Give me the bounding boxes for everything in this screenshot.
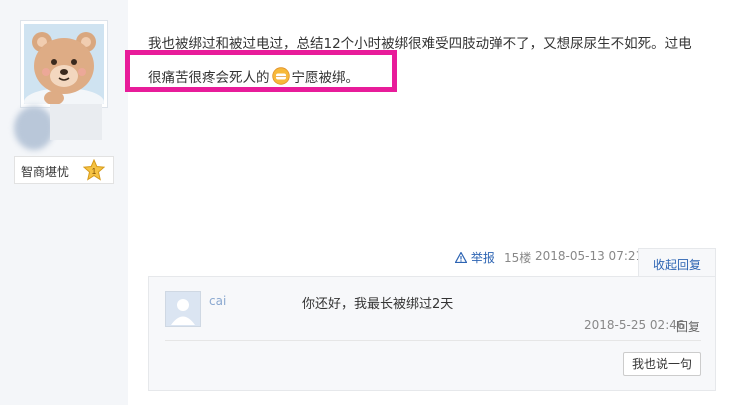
reply-text: 你还好，我最长被绑过2天 — [302, 297, 454, 312]
author-name-box[interactable]: 智商堪忧 1 — [14, 156, 114, 184]
divider — [165, 340, 701, 341]
default-user-icon — [166, 292, 200, 326]
reply-user-avatar[interactable] — [165, 291, 201, 327]
highlight-box — [125, 50, 397, 92]
fold-replies-tab[interactable]: 收起回复 — [638, 248, 716, 276]
level-number: 1 — [92, 167, 97, 176]
author-avatar-frame[interactable] — [20, 20, 108, 108]
post-datetime: 2018-05-13 07:21 — [535, 249, 644, 263]
floor-number: 15楼 — [504, 251, 532, 265]
warning-icon — [454, 251, 468, 264]
fold-replies-label[interactable]: 收起回复 — [653, 256, 701, 273]
blurred-badge-backdrop — [50, 104, 102, 140]
author-name[interactable]: 智商堪忧 — [21, 163, 69, 180]
blurred-badge — [14, 106, 54, 150]
say-something-button[interactable]: 我也说一句 — [623, 352, 701, 376]
author-sidebar: 智商堪忧 1 — [0, 0, 128, 405]
reply-time: 2018-5-25 02:46 — [584, 318, 685, 332]
report-link[interactable]: 举报 — [454, 249, 495, 266]
report-label[interactable]: 举报 — [471, 251, 495, 265]
bear-avatar-icon[interactable] — [24, 24, 104, 104]
reply-username[interactable]: cai — [209, 294, 226, 308]
reply-link[interactable]: 回复 — [676, 318, 700, 335]
star-level-icon: 1 — [82, 158, 106, 181]
reply-panel: cai 你还好，我最长被绑过2天 2018-5-25 02:46 回复 我也说一… — [148, 276, 716, 391]
